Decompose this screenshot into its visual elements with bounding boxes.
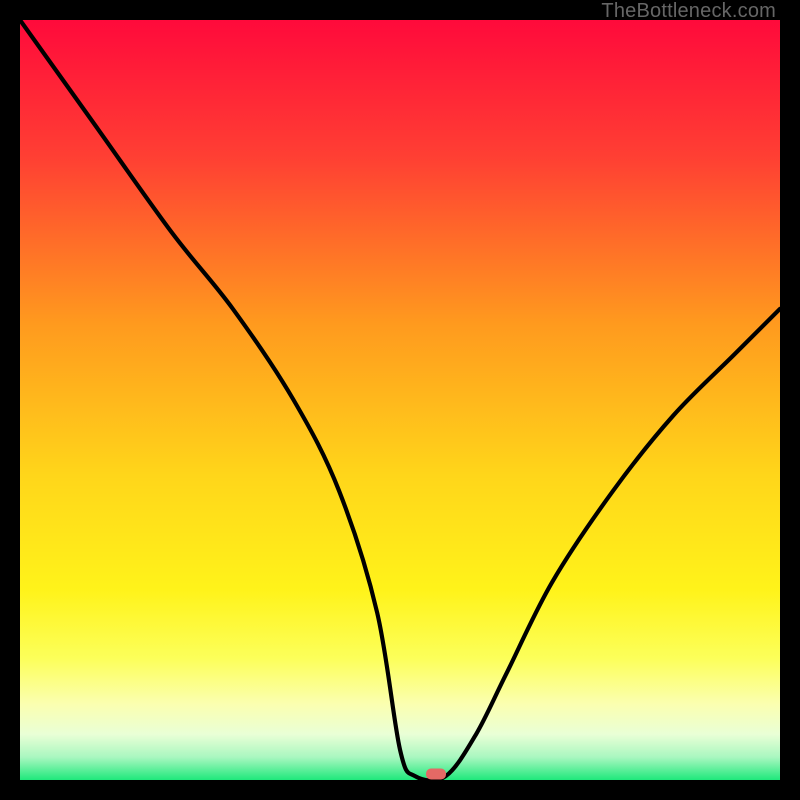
chart-container: TheBottleneck.com — [0, 0, 800, 800]
optimum-marker — [426, 768, 446, 779]
watermark-label: TheBottleneck.com — [601, 0, 776, 23]
plot-area — [20, 20, 780, 780]
bottleneck-curve — [20, 20, 780, 780]
curve-layer — [20, 20, 780, 780]
